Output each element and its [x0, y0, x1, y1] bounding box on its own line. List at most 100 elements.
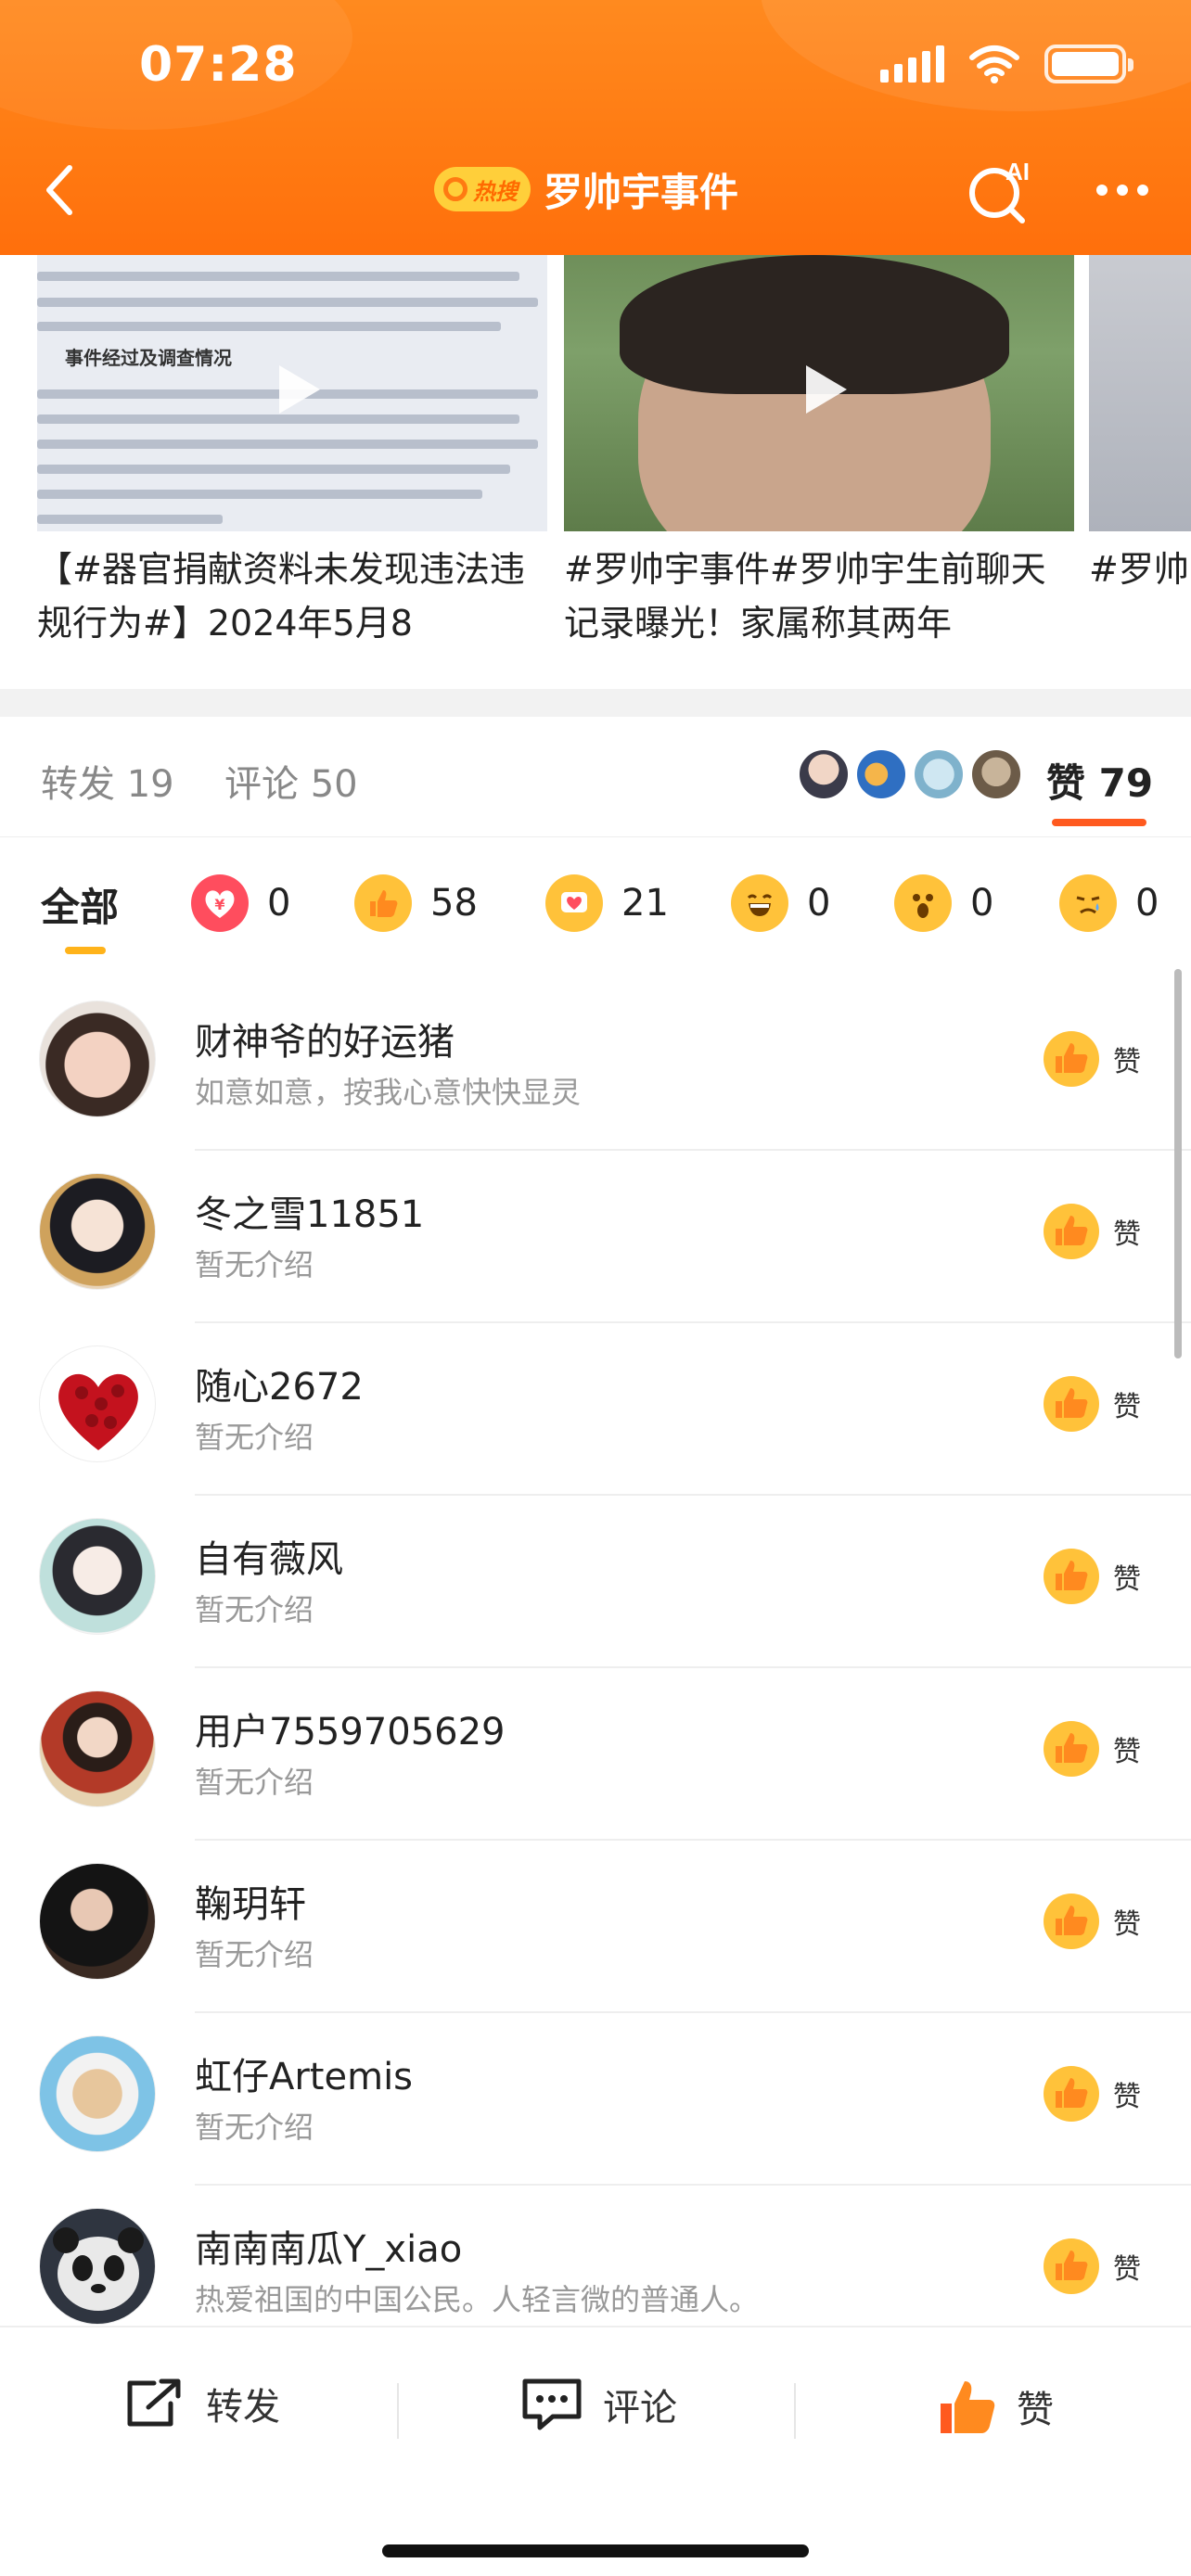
related-videos-carousel[interactable]: 事件经过及调查情况 【#器官捐献资料未发现违法违规行为#】2024年5月8 #罗…: [0, 255, 1191, 663]
like-button[interactable]: 赞: [1043, 1548, 1141, 1605]
filter-money[interactable]: ¥ 0: [191, 874, 290, 932]
back-button[interactable]: [28, 158, 93, 223]
list-item[interactable]: 虹仔Artemis 暂无介绍 赞: [0, 2013, 1191, 2186]
video-title[interactable]: #罗帅宇饭闲聊: [1089, 542, 1191, 650]
tab-active-indicator: [1052, 819, 1146, 826]
thumbs-up-icon: [1044, 1376, 1099, 1432]
video-card[interactable]: #罗帅宇事件#罗帅宇生前聊天记录曝光！家属称其两年: [564, 255, 1074, 650]
section-divider: [0, 689, 1191, 717]
comment-button[interactable]: 评论: [519, 2376, 677, 2433]
user-bio: 暂无介绍: [195, 1592, 314, 1627]
like-button[interactable]: 赞: [1043, 1893, 1141, 1950]
list-item[interactable]: 冬之雪11851 暂无介绍 赞: [0, 1151, 1191, 1323]
reaction-filters: 全部 ¥ 0 58 21 0 0 0: [0, 839, 1191, 960]
video-card[interactable]: 事件经过及调查情况 【#器官捐献资料未发现违法违规行为#】2024年5月8: [37, 255, 547, 650]
avatar[interactable]: [39, 1173, 156, 1290]
nav-bar: 热搜 罗帅宇事件 AI: [0, 148, 1191, 232]
hot-badge-label: 热搜: [473, 178, 518, 205]
like-action-button[interactable]: 赞: [937, 2376, 1054, 2437]
ai-search-icon: AI: [969, 158, 1030, 223]
like-button[interactable]: 赞: [1043, 1375, 1141, 1433]
status-icons: [880, 45, 1133, 83]
repost-button[interactable]: 转发: [122, 2376, 280, 2431]
user-name[interactable]: 南南南瓜Y_xiao: [195, 2219, 462, 2273]
user-name[interactable]: 用户7559705629: [195, 1702, 506, 1755]
avatar[interactable]: [39, 1345, 156, 1462]
user-bio: 热爱祖国的中国公民。人轻言微的普通人。: [195, 2282, 760, 2317]
video-thumbnail[interactable]: [1089, 255, 1191, 531]
dot-icon: [1096, 185, 1108, 196]
filter-count: 0: [807, 882, 831, 925]
ai-search-button[interactable]: AI: [965, 154, 1039, 228]
user-bio: 暂无介绍: [195, 1420, 314, 1455]
like-button[interactable]: 赞: [1043, 2065, 1141, 2123]
thumbs-up-icon: [354, 874, 412, 932]
filter-all[interactable]: 全部: [41, 876, 119, 933]
battery-icon: [1044, 45, 1133, 83]
like-button[interactable]: 赞: [1043, 1030, 1141, 1088]
filter-count: 0: [970, 882, 994, 925]
interaction-tabs: 转发 19 评论 50 赞 79: [0, 717, 1191, 837]
avatar[interactable]: [39, 2208, 156, 2325]
laugh-icon: [731, 874, 788, 932]
list-item[interactable]: 自有薇风 暂无介绍 赞: [0, 1496, 1191, 1668]
list-item[interactable]: 随心2672 暂无介绍 赞: [0, 1323, 1191, 1496]
tab-like[interactable]: 赞 79: [1046, 752, 1153, 809]
avatar[interactable]: [39, 2035, 156, 2152]
title-group: 热搜 罗帅宇事件: [434, 159, 738, 219]
tab-comment[interactable]: 评论 50: [224, 754, 358, 808]
list-item[interactable]: 用户7559705629 暂无介绍 赞: [0, 1668, 1191, 1841]
thumbs-up-icon: [1044, 1549, 1099, 1604]
user-name[interactable]: 鞠玥轩: [195, 1874, 306, 1928]
more-button[interactable]: [1085, 158, 1159, 223]
like-button-label: 赞: [1113, 1908, 1141, 1941]
avatar[interactable]: [39, 1690, 156, 1807]
filter-thumbs-up[interactable]: 58: [354, 874, 478, 932]
cellular-signal-icon: [880, 45, 944, 83]
avatar: [798, 748, 850, 800]
video-thumbnail[interactable]: [564, 255, 1074, 531]
like-button[interactable]: 赞: [1043, 1203, 1141, 1260]
video-title[interactable]: 【#器官捐献资料未发现违法违规行为#】2024年5月8: [37, 542, 547, 650]
like-button-label: 赞: [1113, 1391, 1141, 1423]
filter-laugh[interactable]: 0: [731, 874, 830, 932]
like-button[interactable]: 赞: [1043, 2238, 1141, 2295]
filter-sad[interactable]: 0: [1059, 874, 1159, 932]
user-name[interactable]: 虹仔Artemis: [195, 2047, 413, 2100]
avatar[interactable]: [39, 1518, 156, 1635]
avatar: [913, 748, 965, 800]
video-card[interactable]: #罗帅宇饭闲聊: [1089, 255, 1191, 650]
play-icon: [806, 365, 847, 414]
thumbs-up-icon: [1044, 2238, 1099, 2294]
avatar[interactable]: [39, 1863, 156, 1980]
list-item[interactable]: 鞠玥轩 暂无介绍 赞: [0, 1841, 1191, 2013]
filter-heart[interactable]: 21: [545, 874, 669, 932]
avatar[interactable]: [39, 1001, 156, 1117]
user-name[interactable]: 财神爷的好运猪: [195, 1012, 455, 1065]
comment-icon: [522, 2378, 582, 2430]
sad-icon: [1059, 874, 1117, 932]
avatar: [970, 748, 1022, 800]
scrollbar[interactable]: [1174, 969, 1182, 1358]
like-button-label: 赞: [1113, 1563, 1141, 1596]
dot-icon: [1137, 185, 1148, 196]
user-bio: 暂无介绍: [195, 2110, 314, 2145]
bottom-action-bar: 转发 评论 赞: [0, 2326, 1191, 2576]
list-item[interactable]: 财神爷的好运猪 如意如意，按我心意快快显灵 赞: [0, 978, 1191, 1151]
hot-search-badge[interactable]: 热搜: [434, 167, 531, 211]
user-bio: 暂无介绍: [195, 1765, 314, 1800]
like-label: 赞: [1017, 2389, 1054, 2431]
bar-separator: [794, 2383, 796, 2439]
video-thumbnail[interactable]: 事件经过及调查情况: [37, 255, 547, 531]
user-name[interactable]: 随心2672: [195, 1357, 364, 1410]
avatar: [855, 748, 907, 800]
user-name[interactable]: 冬之雪11851: [195, 1184, 424, 1238]
liker-avatars-preview: [798, 748, 1022, 800]
filter-surprised[interactable]: 0: [894, 874, 993, 932]
like-button-label: 赞: [1113, 1218, 1141, 1251]
user-name[interactable]: 自有薇风: [195, 1529, 343, 1583]
user-bio: 如意如意，按我心意快快显灵: [195, 1075, 582, 1110]
like-button[interactable]: 赞: [1043, 1720, 1141, 1778]
video-title[interactable]: #罗帅宇事件#罗帅宇生前聊天记录曝光！家属称其两年: [564, 542, 1074, 650]
tab-repost[interactable]: 转发 19: [41, 754, 174, 808]
